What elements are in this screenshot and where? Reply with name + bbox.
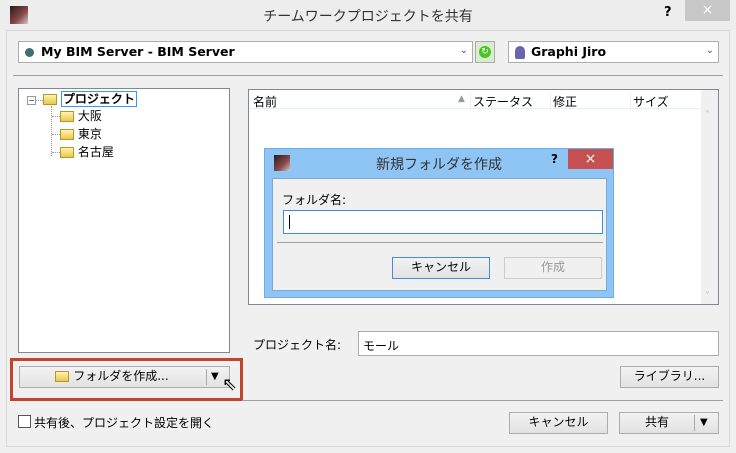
- server-select[interactable]: My BIM Server - BIM Server ⌄: [18, 41, 473, 63]
- split-divider: [694, 415, 695, 431]
- tree-item-label: 名古屋: [77, 145, 114, 159]
- split-divider: [206, 369, 207, 385]
- server-select-value: My BIM Server - BIM Server: [41, 44, 235, 59]
- chevron-down-icon: ⌄: [459, 45, 468, 56]
- tree-item-label: 大阪: [77, 109, 102, 123]
- dialog-close-button[interactable]: ×: [568, 149, 613, 169]
- project-name-label: プロジェクト名:: [253, 338, 342, 352]
- scroll-up-icon[interactable]: ˄: [705, 110, 710, 121]
- dropdown-arrow-icon[interactable]: ▼: [700, 413, 708, 432]
- tree-item[interactable]: 東京: [52, 126, 102, 143]
- folder-icon: [60, 129, 74, 140]
- user-select-value: Graphi Jiro: [531, 44, 607, 59]
- dialog-content: フォルダ名: キャンセル 作成: [272, 178, 607, 291]
- text-cursor: [289, 215, 290, 229]
- dialog-help-button[interactable]: ?: [551, 152, 558, 166]
- tree-item-root[interactable]: プロジェクト: [43, 91, 137, 108]
- window-title: チームワークプロジェクトを共有: [263, 9, 473, 25]
- create-folder-label-wrap: フォルダを作成...: [20, 367, 204, 386]
- dialog-cancel-button[interactable]: キャンセル: [392, 257, 490, 279]
- library-button[interactable]: ライブラリ...: [620, 366, 719, 388]
- project-name-input[interactable]: モール: [358, 331, 719, 356]
- separator: [242, 400, 723, 401]
- project-tree[interactable]: − プロジェクト 大阪 東京 名古屋: [18, 88, 230, 353]
- tree-item[interactable]: 大阪: [52, 108, 102, 125]
- mouse-cursor-icon: ⇖: [222, 374, 238, 395]
- folder-name-input[interactable]: [283, 210, 603, 234]
- column-status[interactable]: ステータス: [470, 93, 533, 110]
- column-name[interactable]: 名前: [253, 93, 277, 110]
- chevron-down-icon: ⌄: [705, 45, 714, 56]
- folder-icon: [43, 94, 57, 105]
- cancel-button[interactable]: キャンセル: [509, 412, 608, 434]
- column-modified[interactable]: 修正: [550, 93, 577, 110]
- dialog-create-button[interactable]: 作成: [504, 257, 602, 279]
- new-folder-icon: [55, 371, 70, 382]
- open-settings-label: 共有後、プロジェクト設定を開く: [34, 416, 215, 430]
- refresh-icon: ↻: [479, 46, 491, 58]
- open-settings-checkbox[interactable]: [18, 415, 31, 428]
- new-folder-dialog: 新規フォルダを作成 ? × フォルダ名: キャンセル 作成: [264, 148, 614, 298]
- collapse-icon[interactable]: −: [27, 96, 36, 105]
- create-folder-label: フォルダを作成...: [73, 369, 169, 383]
- column-size[interactable]: サイズ: [630, 93, 669, 110]
- sort-asc-icon: ▲: [458, 94, 465, 104]
- tree-line: [36, 100, 43, 101]
- list-header: 名前 ▲ ステータス 修正 サイズ: [250, 91, 700, 110]
- folder-icon: [60, 147, 74, 158]
- folder-name-label: フォルダ名:: [282, 193, 347, 207]
- title-bar: チームワークプロジェクトを共有 ? ×: [0, 0, 736, 30]
- scroll-down-icon[interactable]: ˅: [705, 291, 710, 302]
- share-label: 共有: [644, 415, 669, 429]
- scrollbar[interactable]: ˄ ˅: [701, 90, 718, 304]
- tree-item-label: 東京: [77, 127, 102, 141]
- help-button[interactable]: ?: [664, 5, 672, 20]
- user-select[interactable]: Graphi Jiro ⌄: [508, 41, 719, 63]
- share-button[interactable]: 共有 ▼: [619, 412, 719, 434]
- dropdown-arrow-icon[interactable]: ▼: [211, 367, 219, 386]
- user-icon: [515, 46, 525, 59]
- close-button[interactable]: ×: [685, 0, 730, 21]
- tree-item-label: プロジェクト: [60, 91, 137, 107]
- create-folder-button[interactable]: フォルダを作成... ▼: [19, 366, 230, 388]
- dialog-title: 新規フォルダを作成: [376, 157, 502, 173]
- refresh-button[interactable]: ↻: [475, 41, 495, 63]
- separator: [13, 75, 723, 76]
- folder-icon: [60, 111, 74, 122]
- tree-item[interactable]: 名古屋: [52, 144, 114, 161]
- separator: [277, 242, 603, 243]
- server-status-icon: [25, 48, 34, 57]
